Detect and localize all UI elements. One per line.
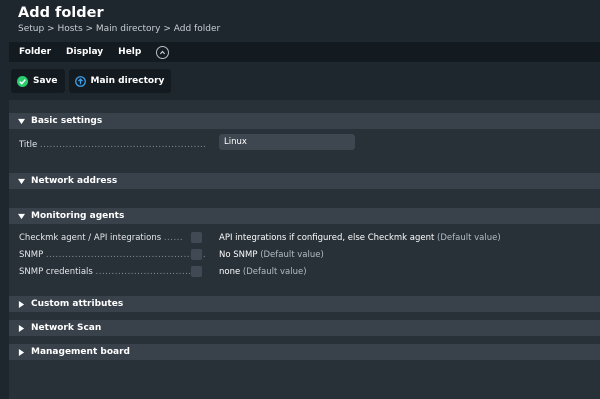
save-button[interactable]: Save bbox=[11, 69, 65, 93]
section-network-scan[interactable]: Network Scan bbox=[9, 320, 600, 336]
triangle-down-icon bbox=[18, 213, 25, 220]
main-directory-label: Main directory bbox=[90, 76, 165, 86]
field-label-checkmk-agent: Checkmk agent / API integrations ...... bbox=[19, 233, 184, 243]
left-edge bbox=[0, 42, 9, 399]
menu-bar: Folder Display Help bbox=[9, 42, 600, 62]
section-basic-settings[interactable]: Basic settings bbox=[9, 113, 600, 129]
row-checkmk-agent: Checkmk agent / API integrations ...... … bbox=[9, 231, 600, 245]
section-label: Network Scan bbox=[31, 323, 102, 333]
triangle-down-icon bbox=[18, 178, 25, 185]
snmp-credentials-value: none (Default value) bbox=[219, 267, 307, 277]
section-label: Monitoring agents bbox=[31, 211, 125, 221]
checkmk-agent-checkbox[interactable] bbox=[191, 232, 202, 243]
save-label: Save bbox=[33, 76, 58, 86]
triangle-down-icon bbox=[18, 118, 25, 125]
section-label: Custom attributes bbox=[31, 299, 124, 309]
chevron-up-circle-icon[interactable] bbox=[156, 45, 170, 59]
arrow-up-circle-icon bbox=[74, 75, 86, 87]
field-label-title: Title ..................................… bbox=[19, 140, 205, 150]
section-custom-attributes[interactable]: Custom attributes bbox=[9, 296, 600, 312]
section-management-board[interactable]: Management board bbox=[9, 344, 600, 360]
field-label-snmp-credentials: SNMP credentials .......................… bbox=[19, 267, 192, 277]
triangle-right-icon bbox=[18, 348, 25, 356]
title-input[interactable] bbox=[219, 134, 355, 150]
check-circle-icon bbox=[17, 75, 28, 87]
main-directory-button[interactable]: Main directory bbox=[68, 69, 172, 93]
row-snmp-credentials: SNMP credentials .......................… bbox=[9, 265, 600, 279]
menu-folder[interactable]: Folder bbox=[19, 47, 51, 57]
menu-help[interactable]: Help bbox=[118, 47, 141, 57]
section-network-address[interactable]: Network address bbox=[9, 173, 600, 189]
snmp-value: No SNMP (Default value) bbox=[219, 250, 324, 260]
checkmk-agent-value: API integrations if configured, else Che… bbox=[219, 233, 501, 243]
form-area: Basic settings Title ...................… bbox=[9, 100, 600, 399]
section-label: Network address bbox=[31, 176, 118, 186]
field-label-snmp: SNMP ...................................… bbox=[19, 250, 205, 260]
snmp-credentials-checkbox[interactable] bbox=[191, 266, 202, 277]
row-snmp: SNMP ...................................… bbox=[9, 248, 600, 262]
row-title: Title ..................................… bbox=[9, 134, 600, 152]
breadcrumb[interactable]: Setup > Hosts > Main directory > Add fol… bbox=[18, 24, 600, 34]
section-monitoring-agents[interactable]: Monitoring agents bbox=[9, 208, 600, 224]
toolbar: Save Main directory bbox=[9, 62, 600, 100]
triangle-right-icon bbox=[18, 324, 25, 332]
snmp-checkbox[interactable] bbox=[191, 249, 202, 260]
section-label: Management board bbox=[31, 347, 130, 357]
triangle-right-icon bbox=[18, 300, 25, 308]
page-title: Add folder bbox=[18, 5, 104, 21]
section-label: Basic settings bbox=[31, 116, 103, 126]
page-header: Add folder Setup > Hosts > Main director… bbox=[0, 0, 600, 42]
menu-display[interactable]: Display bbox=[66, 47, 103, 57]
